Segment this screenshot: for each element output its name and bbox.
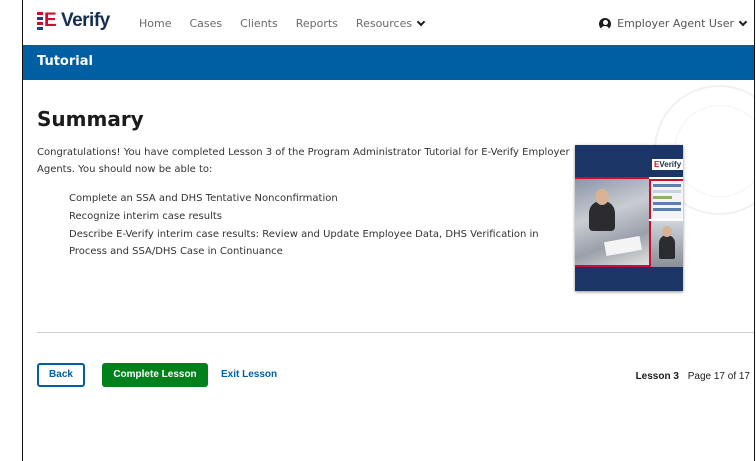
tutorial-title: Tutorial (37, 54, 93, 69)
tutorial-header-bar: Tutorial (23, 45, 754, 80)
logo-text: E Verify (44, 10, 110, 32)
list-item: Recognize interim case results (69, 211, 222, 222)
chevron-down-icon (738, 17, 748, 26)
page-title: Summary (37, 107, 144, 131)
chevron-down-icon (416, 17, 426, 27)
top-navigation: E Verify Home Cases Clients Reports Reso… (23, 0, 754, 45)
list-item: Describe E-Verify interim case results: … (69, 229, 539, 257)
user-circle-icon (599, 17, 612, 30)
user-label: Employer Agent User (617, 17, 734, 30)
nav-cases[interactable]: Cases (189, 17, 222, 30)
complete-lesson-button[interactable]: Complete Lesson (102, 363, 208, 387)
nav-links: Home Cases Clients Reports Resources (139, 17, 442, 30)
flag-icon (37, 12, 43, 30)
app-window: E Verify Home Cases Clients Reports Reso… (22, 0, 755, 461)
cover-photo-worker (649, 221, 683, 267)
cover-logo: EVerify (652, 159, 683, 170)
exit-lesson-link[interactable]: Exit Lesson (221, 369, 277, 380)
intro-text: Congratulations! You have completed Less… (37, 147, 570, 175)
cover-screenshot (649, 179, 683, 219)
tutorial-cover-image: EVerify (575, 145, 683, 291)
nav-clients[interactable]: Clients (240, 17, 278, 30)
cover-photo-businessman (575, 177, 649, 267)
nav-home[interactable]: Home (139, 17, 171, 30)
nav-reports[interactable]: Reports (296, 17, 338, 30)
nav-resources-label: Resources (355, 17, 413, 30)
everify-logo[interactable]: E Verify (37, 10, 110, 32)
lesson-progress: Lesson 3 Page 17 of 17 (636, 371, 750, 382)
user-menu[interactable]: Employer Agent User (599, 17, 748, 30)
logo-text-suffix: Verify (56, 10, 110, 31)
nav-resources[interactable]: Resources (355, 17, 426, 30)
page-indicator: Page 17 of 17 (687, 371, 750, 382)
objectives-list: Complete an SSA and DHS Tentative Noncon… (69, 190, 574, 261)
logo-text-prefix: E (44, 10, 57, 31)
list-item: Complete an SSA and DHS Tentative Noncon… (69, 193, 338, 204)
back-button[interactable]: Back (37, 363, 85, 387)
lesson-number: Lesson 3 (635, 371, 679, 382)
divider (37, 332, 754, 333)
